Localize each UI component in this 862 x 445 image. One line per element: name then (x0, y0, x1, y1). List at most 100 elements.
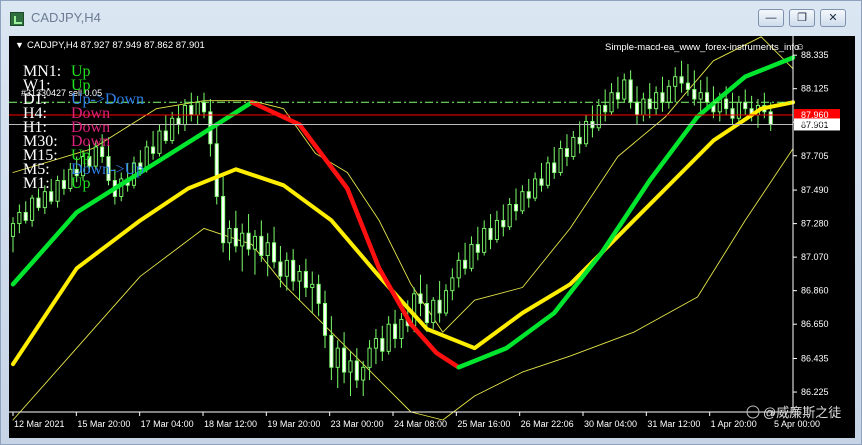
candle-body (348, 360, 353, 373)
candle (685, 63, 690, 96)
candle-body (151, 146, 156, 154)
candle (163, 115, 168, 144)
watermark-text: @威廉斯之徒 (763, 405, 841, 420)
chart-area[interactable]: 87.960 87.901 88.335 88.125 87.915 87.705 87.… (9, 36, 855, 438)
candle (736, 95, 741, 125)
candle-body (679, 76, 684, 84)
candle (456, 252, 461, 288)
candle (494, 210, 499, 243)
x-tick-label: 18 Mar 12:00 (204, 419, 257, 429)
candle-body (361, 366, 366, 381)
candle (10, 217, 16, 253)
candle (303, 258, 308, 298)
candle-body (456, 259, 461, 279)
candle-body (571, 136, 576, 157)
candle (545, 156, 550, 189)
candle-body (463, 259, 468, 269)
candle (513, 188, 519, 221)
candle-body (628, 79, 633, 103)
candle (176, 105, 181, 135)
candle-body (475, 243, 480, 253)
candle (214, 124, 219, 205)
candle-body (55, 180, 60, 202)
candle (615, 76, 620, 109)
candle-body (297, 271, 302, 282)
candle-body (526, 191, 531, 199)
candle-body (195, 101, 200, 116)
candle-body (233, 227, 238, 247)
candle (526, 178, 531, 208)
candle-body (163, 130, 168, 142)
candle (399, 313, 404, 349)
candle-body (533, 178, 538, 199)
candle-body (634, 101, 640, 116)
candle (316, 274, 321, 317)
candle-body (736, 101, 741, 119)
x-tick-label: 24 Mar 08:00 (394, 419, 447, 429)
candle-body (310, 283, 315, 288)
candle (201, 92, 207, 119)
candle-body (685, 82, 690, 90)
candle-body (354, 360, 359, 381)
price-chart[interactable]: 87.96087.901 88.33588.12587.91587.70587.… (9, 36, 855, 438)
candles (10, 60, 773, 397)
candle (233, 210, 238, 253)
candle-body (513, 203, 519, 212)
candle (431, 297, 436, 329)
y-tick-label: 86.860 (801, 286, 829, 296)
candle (361, 360, 366, 397)
maximize-button[interactable]: ❐ (789, 9, 815, 27)
candle (49, 178, 54, 205)
candle (373, 328, 378, 365)
candle-body (373, 338, 378, 349)
chart-app-icon (10, 12, 24, 26)
candle-body (342, 347, 347, 373)
candle (647, 83, 652, 119)
candle (329, 316, 334, 381)
triangle-down-icon[interactable]: ▼ (15, 40, 24, 50)
candle (641, 92, 646, 122)
candle (437, 281, 442, 323)
close-button[interactable]: ✕ (820, 9, 846, 27)
candle (23, 201, 28, 224)
candle (291, 249, 296, 291)
x-tick-label: 30 Mar 04:00 (584, 419, 637, 429)
candle (622, 73, 627, 103)
candle-body (17, 211, 22, 225)
candle-body (564, 148, 570, 157)
title-bar[interactable]: CADJPY,H4 — ❐ ✕ (1, 1, 861, 37)
candle (342, 332, 347, 384)
candle (297, 265, 302, 301)
candle-body (170, 117, 175, 142)
candle (265, 233, 270, 277)
candle-body (386, 323, 391, 352)
candle-body (367, 347, 372, 368)
candle (577, 121, 582, 154)
candle-body (647, 98, 652, 110)
candle-body (443, 290, 449, 314)
y-tick-label: 86.650 (801, 319, 829, 329)
candle (252, 229, 258, 275)
candle-body (157, 130, 162, 154)
candle (240, 223, 245, 272)
candle (698, 79, 703, 112)
candle-body (437, 299, 442, 314)
minimize-button[interactable]: — (758, 9, 784, 27)
candle (704, 76, 710, 109)
candle-body (768, 111, 773, 126)
candle-body (316, 283, 321, 304)
ea-name: Simple-macd-ea_www_forex-instruments_inf… (605, 42, 799, 53)
candle-body (603, 105, 608, 113)
candle-body (10, 223, 16, 237)
candle (284, 252, 289, 291)
y-tick-label: 87.915 (801, 117, 829, 127)
candle-body (23, 211, 28, 221)
candle-body (214, 143, 219, 197)
candle-body (552, 162, 557, 173)
candle-body (507, 203, 512, 228)
y-tick-label: 88.125 (801, 84, 829, 94)
candle-body (673, 76, 678, 87)
lower-band-line (12, 148, 794, 421)
candle-body (240, 232, 245, 247)
candle-body (399, 318, 404, 340)
